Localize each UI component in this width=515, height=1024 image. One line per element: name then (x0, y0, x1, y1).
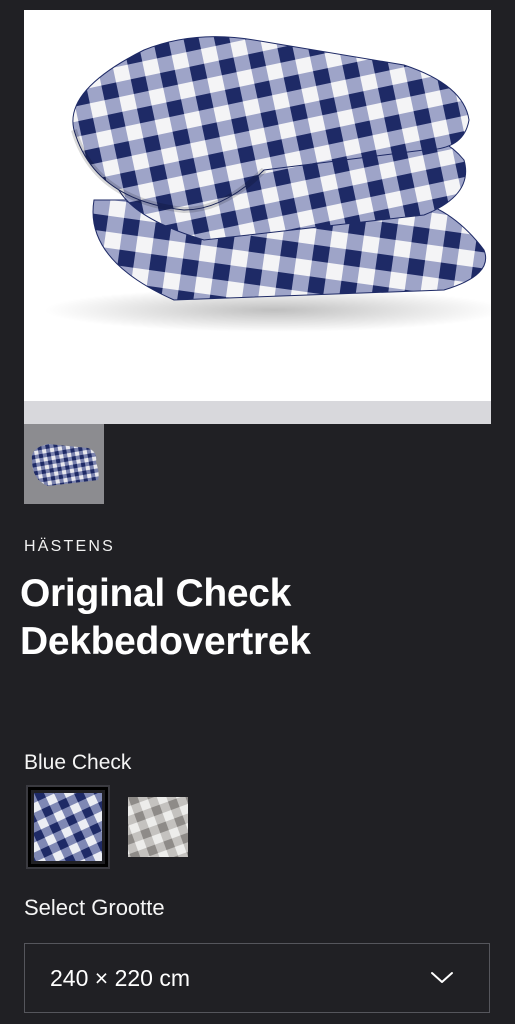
color-swatches (26, 785, 194, 869)
chevron-down-icon (429, 970, 455, 986)
product-main-image[interactable] (24, 10, 491, 424)
product-page: HÄSTENS Original Check Dekbedovertrek Bl… (0, 0, 515, 1024)
swatch-blue-check[interactable] (26, 785, 110, 869)
duvet-thumbnail-image (31, 444, 99, 486)
size-select[interactable]: 240 × 220 cm (24, 943, 490, 1013)
swatch-blue-check-image (34, 793, 102, 861)
product-title-line-2: Dekbedovertrek (20, 620, 311, 663)
thumbnail-row (24, 424, 104, 504)
brand-name: HÄSTENS (24, 538, 115, 555)
image-bottom-strip (24, 401, 491, 424)
swatch-grey-check[interactable] (122, 791, 194, 863)
size-select-value: 240 × 220 cm (50, 964, 191, 991)
product-title-line-1: Original Check (20, 572, 292, 615)
size-select-label: Select Grootte (24, 895, 165, 920)
product-title: Original Check Dekbedovertrek (20, 570, 490, 666)
selected-variant-label: Blue Check (24, 751, 132, 774)
thumbnail-1[interactable] (24, 424, 104, 504)
duvet-cover-image (44, 36, 491, 332)
swatch-grey-check-image (128, 797, 188, 857)
